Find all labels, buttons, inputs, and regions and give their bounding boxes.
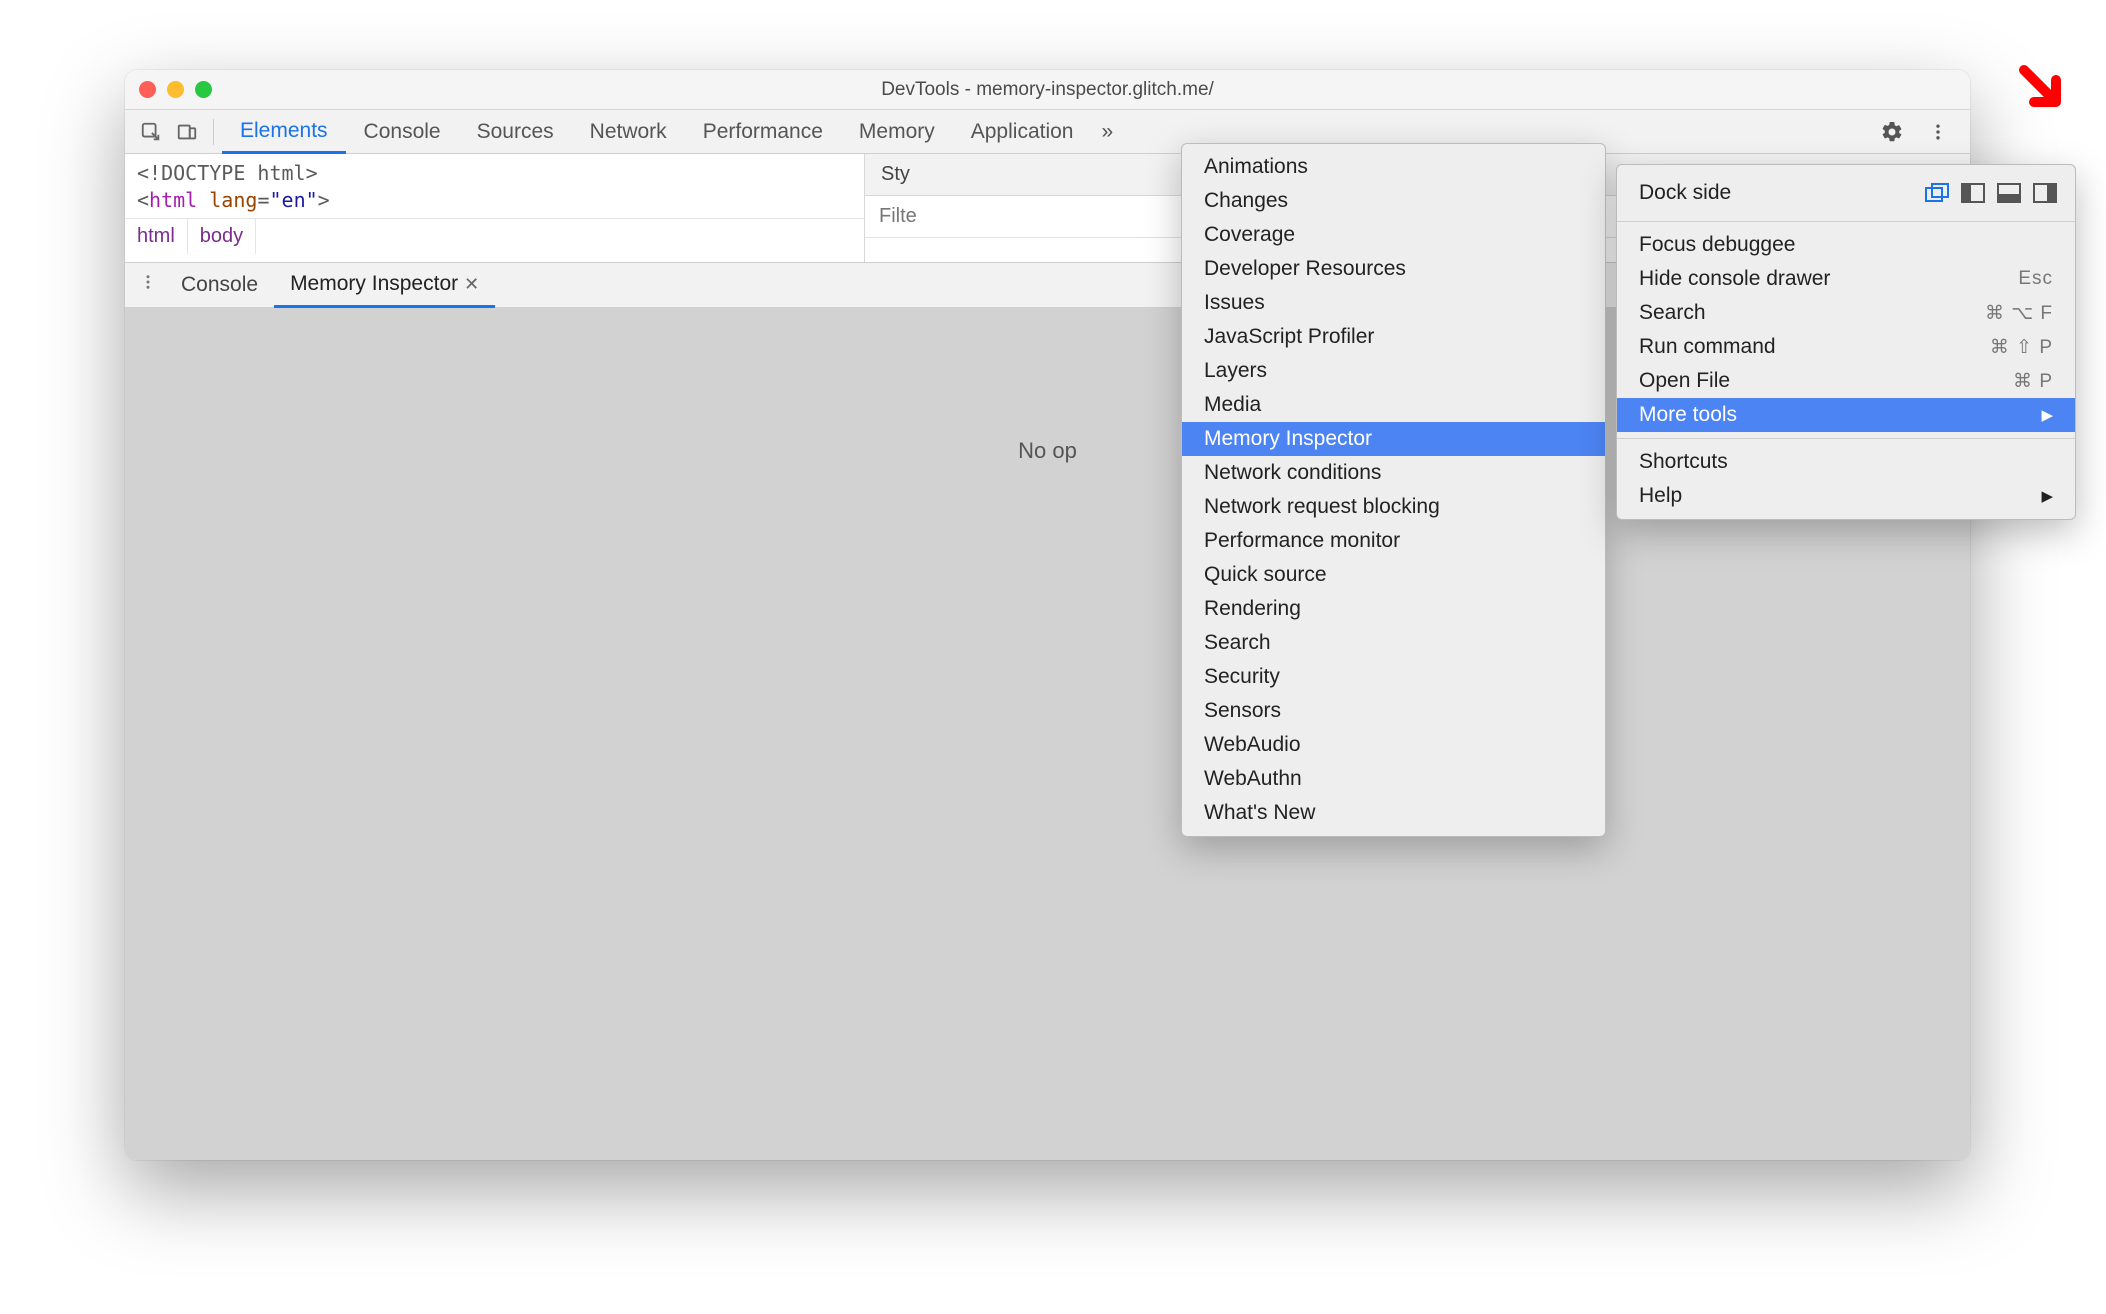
separator	[213, 119, 214, 145]
tools-item-memory-inspector[interactable]: Memory Inspector	[1182, 422, 1605, 456]
chevron-right-icon: ▶	[2041, 487, 2053, 505]
dock-right-icon[interactable]	[2033, 183, 2057, 203]
tools-item-webauthn[interactable]: WebAuthn	[1182, 762, 1605, 796]
breadcrumb-body[interactable]: body	[188, 219, 256, 254]
dock-left-icon[interactable]	[1961, 183, 1985, 203]
tab-sources[interactable]: Sources	[459, 110, 572, 153]
tools-item-performance-monitor[interactable]: Performance monitor	[1182, 524, 1605, 558]
more-tools-submenu: AnimationsChangesCoverageDeveloper Resou…	[1181, 143, 1606, 837]
tools-item-coverage[interactable]: Coverage	[1182, 218, 1605, 252]
menu-hide-console[interactable]: Hide console drawerEsc	[1617, 262, 2075, 296]
drawer-tab-console[interactable]: Console	[165, 263, 274, 307]
tab-network[interactable]: Network	[572, 110, 685, 153]
menu-shortcuts[interactable]: Shortcuts	[1617, 445, 2075, 479]
html-open-line: <html lang="en">	[137, 187, 852, 214]
annotation-arrow-icon	[2016, 62, 2072, 123]
close-window-icon[interactable]	[139, 81, 156, 98]
close-icon[interactable]: ✕	[464, 274, 479, 295]
settings-icon[interactable]	[1874, 114, 1910, 150]
tools-item-animations[interactable]: Animations	[1182, 150, 1605, 184]
dock-side-label: Dock side	[1639, 181, 1731, 205]
traffic-lights	[139, 81, 212, 98]
tools-item-developer-resources[interactable]: Developer Resources	[1182, 252, 1605, 286]
styles-tab[interactable]: Sty	[865, 154, 926, 195]
doctype-line: <!DOCTYPE html>	[137, 160, 852, 187]
menu-open-file[interactable]: Open File⌘ P	[1617, 364, 2075, 398]
tools-item-webaudio[interactable]: WebAudio	[1182, 728, 1605, 762]
minimize-window-icon[interactable]	[167, 81, 184, 98]
tab-console[interactable]: Console	[346, 110, 459, 153]
dock-undock-icon[interactable]	[1925, 183, 1949, 203]
breadcrumb: html body	[125, 218, 864, 254]
tools-item-sensors[interactable]: Sensors	[1182, 694, 1605, 728]
menu-separator	[1617, 221, 2075, 222]
device-toolbar-icon[interactable]	[169, 114, 205, 150]
tab-performance[interactable]: Performance	[685, 110, 841, 153]
menu-separator	[1617, 438, 2075, 439]
tools-item-search[interactable]: Search	[1182, 626, 1605, 660]
menu-help[interactable]: Help▶	[1617, 479, 2075, 513]
tools-item-javascript-profiler[interactable]: JavaScript Profiler	[1182, 320, 1605, 354]
main-menu: Dock side Focus debuggee Hide console dr…	[1616, 164, 2076, 520]
dock-side-row: Dock side	[1617, 171, 2075, 215]
tab-memory[interactable]: Memory	[841, 110, 953, 153]
tools-item-media[interactable]: Media	[1182, 388, 1605, 422]
menu-focus-debuggee[interactable]: Focus debuggee	[1617, 228, 2075, 262]
dock-bottom-icon[interactable]	[1997, 183, 2021, 203]
maximize-window-icon[interactable]	[195, 81, 212, 98]
elements-panel: <!DOCTYPE html> <html lang="en"> html bo…	[125, 154, 865, 262]
chevron-right-icon: ▶	[2041, 406, 2053, 424]
titlebar: DevTools - memory-inspector.glitch.me/	[125, 70, 1970, 110]
tools-item-quick-source[interactable]: Quick source	[1182, 558, 1605, 592]
tab-application[interactable]: Application	[953, 110, 1092, 153]
tab-elements[interactable]: Elements	[222, 111, 346, 154]
inspect-icon[interactable]	[133, 114, 169, 150]
empty-state-text: No op	[1018, 438, 1077, 464]
tools-item-layers[interactable]: Layers	[1182, 354, 1605, 388]
menu-more-tools[interactable]: More tools▶	[1617, 398, 2075, 432]
tools-item-changes[interactable]: Changes	[1182, 184, 1605, 218]
drawer-tab-label: Memory Inspector	[290, 272, 458, 296]
menu-search[interactable]: Search⌘ ⌥ F	[1617, 296, 2075, 330]
tools-item-network-conditions[interactable]: Network conditions	[1182, 456, 1605, 490]
devtools-toolbar: Elements Console Sources Network Perform…	[125, 110, 1970, 154]
tabs-overflow-icon[interactable]: »	[1091, 110, 1123, 153]
dom-tree[interactable]: <!DOCTYPE html> <html lang="en">	[125, 154, 864, 214]
menu-run-command[interactable]: Run command⌘ ⇧ P	[1617, 330, 2075, 364]
tools-item-network-request-blocking[interactable]: Network request blocking	[1182, 490, 1605, 524]
tools-item-rendering[interactable]: Rendering	[1182, 592, 1605, 626]
breadcrumb-html[interactable]: html	[125, 219, 188, 254]
tools-item-security[interactable]: Security	[1182, 660, 1605, 694]
kebab-menu-icon[interactable]	[1920, 114, 1956, 150]
tools-item-what-s-new[interactable]: What's New	[1182, 796, 1605, 830]
window-title: DevTools - memory-inspector.glitch.me/	[125, 79, 1970, 101]
tools-item-issues[interactable]: Issues	[1182, 286, 1605, 320]
drawer-kebab-icon[interactable]	[131, 273, 165, 297]
drawer-tab-memory-inspector[interactable]: Memory Inspector ✕	[274, 264, 495, 308]
